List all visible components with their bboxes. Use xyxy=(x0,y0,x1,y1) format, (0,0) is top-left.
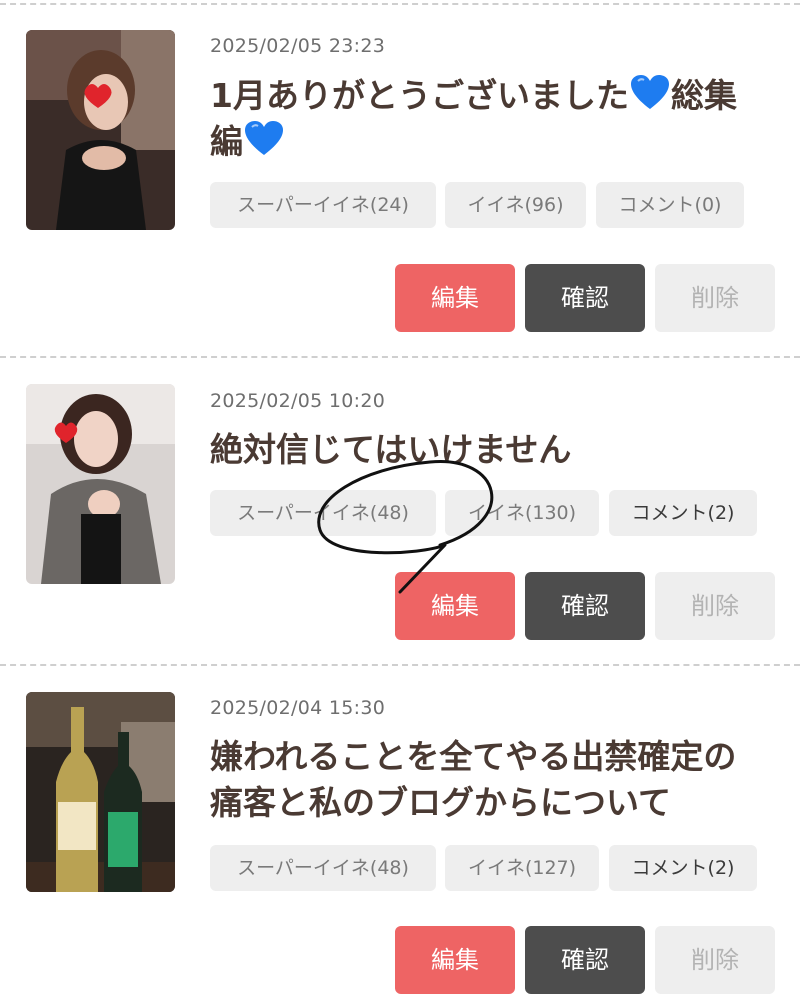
like-tag[interactable]: イイネ(96) xyxy=(445,182,586,228)
post-title[interactable]: 絶対信じてはいけません xyxy=(210,427,770,473)
photo-image xyxy=(26,692,175,892)
post-title[interactable]: 嫌われることを全てやる出禁確定の 痛客と私のブログからについて xyxy=(210,734,770,826)
super-like-tag[interactable]: スーパーイイネ(48) xyxy=(210,845,436,891)
delete-button[interactable]: 削除 xyxy=(655,926,775,994)
like-tag[interactable]: イイネ(130) xyxy=(445,490,599,536)
post-divider xyxy=(0,664,800,666)
comment-tag[interactable]: コメント(2) xyxy=(609,845,757,891)
blue-heart-icon xyxy=(245,121,283,155)
post-thumbnail[interactable] xyxy=(26,384,175,584)
post-title-text: 1月ありがとうございました xyxy=(210,76,629,115)
post-timestamp: 2025/02/05 23:23 xyxy=(210,35,386,57)
comment-tag[interactable]: コメント(0) xyxy=(596,182,744,228)
post-title-line2: 痛客と私のブログからについて xyxy=(210,783,672,822)
delete-button[interactable]: 削除 xyxy=(655,572,775,640)
post-thumbnail[interactable] xyxy=(26,30,175,230)
top-divider xyxy=(0,3,800,5)
super-like-tag[interactable]: スーパーイイネ(24) xyxy=(210,182,436,228)
like-tag[interactable]: イイネ(127) xyxy=(445,845,599,891)
delete-button[interactable]: 削除 xyxy=(655,264,775,332)
post-thumbnail[interactable] xyxy=(26,692,175,892)
post-title-text-line2: 編 xyxy=(210,122,243,161)
post-timestamp: 2025/02/05 10:20 xyxy=(210,390,386,412)
post-divider xyxy=(0,356,800,358)
confirm-button[interactable]: 確認 xyxy=(525,572,645,640)
comment-tag[interactable]: コメント(2) xyxy=(609,490,757,536)
edit-button[interactable]: 編集 xyxy=(395,572,515,640)
confirm-button[interactable]: 確認 xyxy=(525,926,645,994)
edit-button[interactable]: 編集 xyxy=(395,264,515,332)
post-title-line1: 嫌われることを全てやる出禁確定の xyxy=(210,737,737,776)
confirm-button[interactable]: 確認 xyxy=(525,264,645,332)
super-like-tag[interactable]: スーパーイイネ(48) xyxy=(210,490,436,536)
post-title-text-cont: 総集 xyxy=(670,76,737,115)
post-timestamp: 2025/02/04 15:30 xyxy=(210,697,386,719)
photo-image xyxy=(26,30,175,230)
post-title[interactable]: 1月ありがとうございました 総集 編 xyxy=(210,73,770,165)
edit-button[interactable]: 編集 xyxy=(395,926,515,994)
photo-image xyxy=(26,384,175,584)
blue-heart-icon xyxy=(630,75,669,109)
